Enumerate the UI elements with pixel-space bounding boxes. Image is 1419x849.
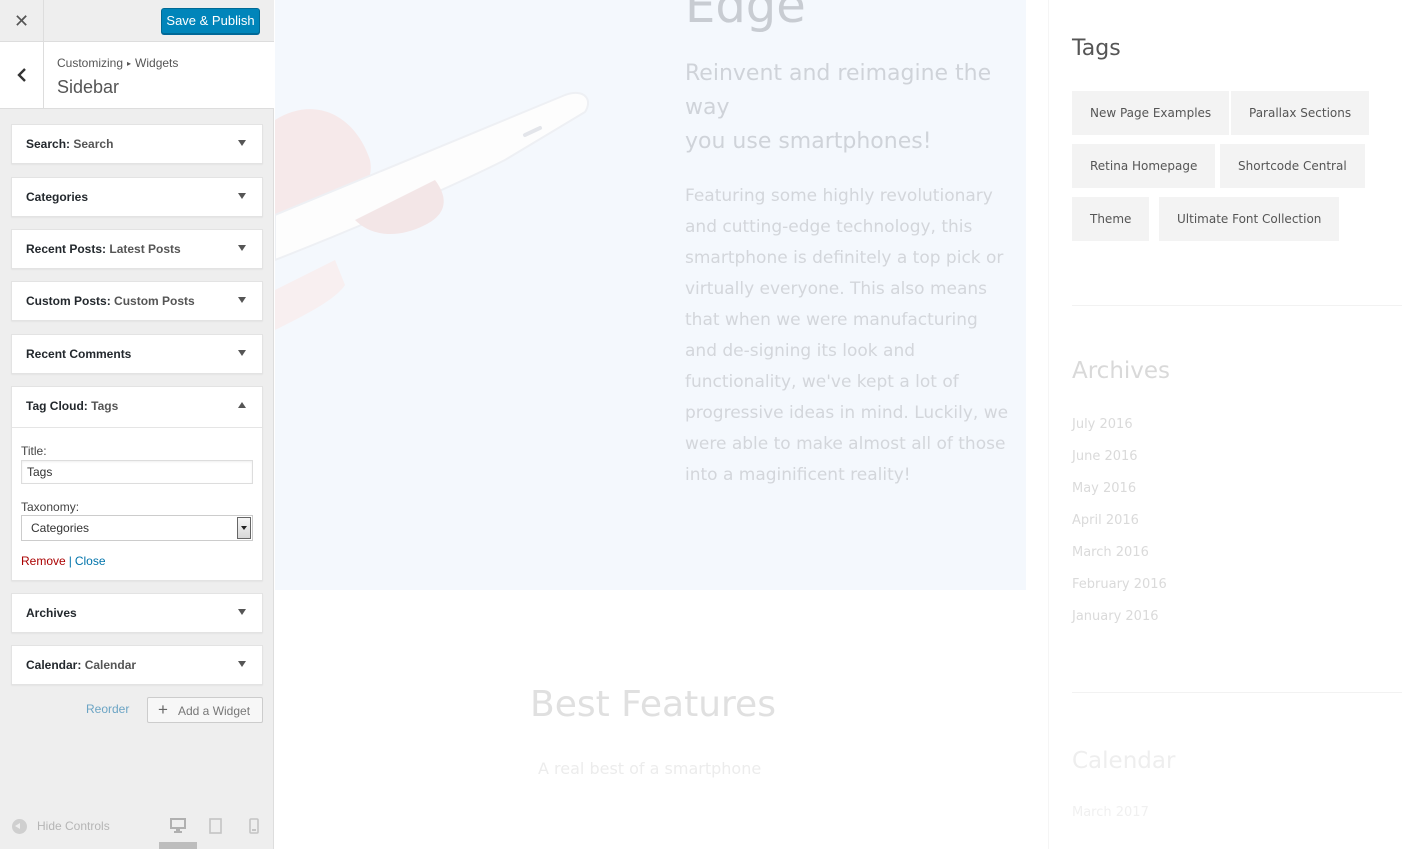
tag-link[interactable]: Ultimate Font Collection	[1159, 197, 1340, 241]
back-button[interactable]	[0, 42, 44, 108]
section-header: Customizing ▸ Widgets Sidebar	[0, 42, 274, 109]
active-device-indicator	[159, 842, 197, 849]
calendar-month: March 2017	[1072, 805, 1149, 820]
widget-title: Calendar	[84, 658, 137, 672]
divider	[1072, 305, 1402, 306]
widget-type: Calendar	[26, 658, 78, 672]
widget-title: Custom Posts	[114, 294, 195, 308]
close-icon: ✕	[13, 10, 30, 32]
desktop-icon[interactable]	[170, 818, 186, 833]
expand-arrow-icon[interactable]	[238, 140, 246, 146]
hero-body: Featuring some highly revolutionary and …	[685, 186, 1009, 485]
tag-link[interactable]: New Page Examples	[1072, 91, 1230, 135]
title-label: Title:	[21, 444, 47, 458]
expand-arrow-icon[interactable]	[238, 661, 246, 667]
widget-type: Recent Comments	[26, 347, 132, 361]
breadcrumb-widgets: Widgets	[135, 56, 179, 70]
dropdown-arrow-icon[interactable]	[237, 517, 251, 539]
customizer-footer: Hide Controls	[0, 802, 274, 849]
divider	[12, 427, 262, 428]
widget-recent-comments[interactable]: Recent Comments	[11, 334, 263, 374]
remove-link[interactable]: Remove	[21, 554, 66, 568]
add-widget-button[interactable]: + Add a Widget	[147, 697, 263, 723]
archive-link[interactable]: April 2016	[1072, 513, 1139, 528]
widget-recent-posts[interactable]: Recent Posts: Latest Posts	[11, 229, 263, 269]
expand-arrow-icon[interactable]	[238, 245, 246, 251]
tags-heading: Tags	[1072, 36, 1121, 61]
widget-type: Search	[26, 137, 67, 151]
tablet-icon[interactable]	[209, 818, 222, 834]
archive-link[interactable]: June 2016	[1072, 449, 1138, 464]
features-title: Best Features	[530, 684, 776, 725]
archive-link[interactable]: January 2016	[1072, 609, 1159, 624]
taxonomy-selected-value: Categories	[31, 521, 90, 535]
mobile-icon[interactable]	[249, 818, 259, 834]
plus-icon: +	[158, 700, 168, 719]
reorder-link[interactable]: Reorder	[86, 702, 129, 716]
preview-sidebar: Tags New Page Examples Parallax Sections…	[1048, 0, 1419, 849]
breadcrumb: Customizing ▸ Widgets	[57, 56, 178, 70]
hide-controls-icon[interactable]	[12, 819, 27, 834]
expand-arrow-icon[interactable]	[238, 609, 246, 615]
widget-search[interactable]: Search: Search	[11, 124, 263, 164]
widget-colon: :	[106, 294, 111, 308]
site-preview: Edge Reinvent and reimagine the way you …	[275, 0, 1419, 849]
archive-link[interactable]: July 2016	[1072, 417, 1133, 432]
tag-link[interactable]: Shortcode Central	[1220, 144, 1365, 188]
archives-heading: Archives	[1072, 358, 1171, 384]
expand-arrow-icon[interactable]	[238, 193, 246, 199]
widget-archives[interactable]: Archives	[11, 593, 263, 633]
hero-subtitle-line2: you use smartphones!	[685, 129, 932, 154]
widget-colon: :	[83, 399, 88, 413]
widget-type: Archives	[26, 606, 77, 620]
section-title: Sidebar	[57, 77, 120, 97]
widget-title: Latest Posts	[109, 242, 181, 256]
customizer-header: ✕ Save & Publish	[0, 0, 274, 42]
archive-link[interactable]: May 2016	[1072, 481, 1136, 496]
widget-title: Search	[73, 137, 114, 151]
widget-title: Tags	[91, 399, 119, 413]
widget-tag-cloud: Tag Cloud: Tags Title: Tags Taxonomy: Ca…	[11, 386, 263, 581]
archive-link[interactable]: March 2016	[1072, 545, 1149, 560]
widget-colon: :	[77, 658, 82, 672]
widget-type: Tag Cloud	[26, 399, 84, 413]
widget-calendar[interactable]: Calendar: Calendar	[11, 645, 263, 685]
tag-link[interactable]: Retina Homepage	[1072, 144, 1216, 188]
divider	[1072, 692, 1402, 693]
archive-link[interactable]: February 2016	[1072, 577, 1167, 592]
widget-colon: :	[102, 242, 107, 256]
breadcrumb-separator-icon: ▸	[127, 59, 132, 68]
widget-colon: :	[66, 137, 71, 151]
widget-custom-posts[interactable]: Custom Posts: Custom Posts	[11, 281, 263, 321]
hide-controls-label[interactable]: Hide Controls	[37, 819, 110, 833]
hero-subtitle: Reinvent and reimagine the way you use s…	[685, 57, 1005, 159]
hero-section: Edge Reinvent and reimagine the way you …	[275, 0, 1026, 590]
widget-categories[interactable]: Categories	[11, 177, 263, 217]
widget-type: Custom Posts	[26, 294, 107, 308]
tag-link[interactable]: Theme	[1072, 197, 1150, 241]
expand-arrow-icon[interactable]	[238, 350, 246, 356]
calendar-heading: Calendar	[1072, 748, 1176, 774]
title-input[interactable]: Tags	[21, 460, 253, 484]
close-customizer-button[interactable]: ✕	[0, 0, 44, 42]
hero-subtitle-line1: Reinvent and reimagine the way	[685, 61, 992, 120]
taxonomy-select[interactable]: Categories	[21, 515, 253, 541]
chevron-left-icon	[16, 68, 26, 82]
expand-arrow-icon[interactable]	[238, 297, 246, 303]
tag-link[interactable]: Parallax Sections	[1231, 91, 1370, 135]
action-separator: |	[68, 554, 72, 568]
customizer-panel: ✕ Save & Publish Customizing ▸ Widgets Sid…	[0, 0, 274, 849]
add-widget-label: Add a Widget	[178, 704, 251, 718]
hero-title: Edge	[685, 0, 806, 34]
collapse-arrow-icon[interactable]	[238, 402, 246, 408]
widget-actions: Remove | Close	[21, 554, 106, 568]
breadcrumb-customizing: Customizing	[57, 56, 124, 70]
hand-holding-phone-image	[275, 92, 590, 330]
taxonomy-label: Taxonomy:	[21, 500, 80, 514]
features-subtitle: A real best of a smartphone	[538, 759, 762, 778]
close-link[interactable]: Close	[75, 554, 106, 568]
widget-type: Recent Posts	[26, 242, 103, 256]
save-publish-button[interactable]: Save & Publish	[161, 8, 260, 34]
widget-type: Categories	[26, 190, 89, 204]
